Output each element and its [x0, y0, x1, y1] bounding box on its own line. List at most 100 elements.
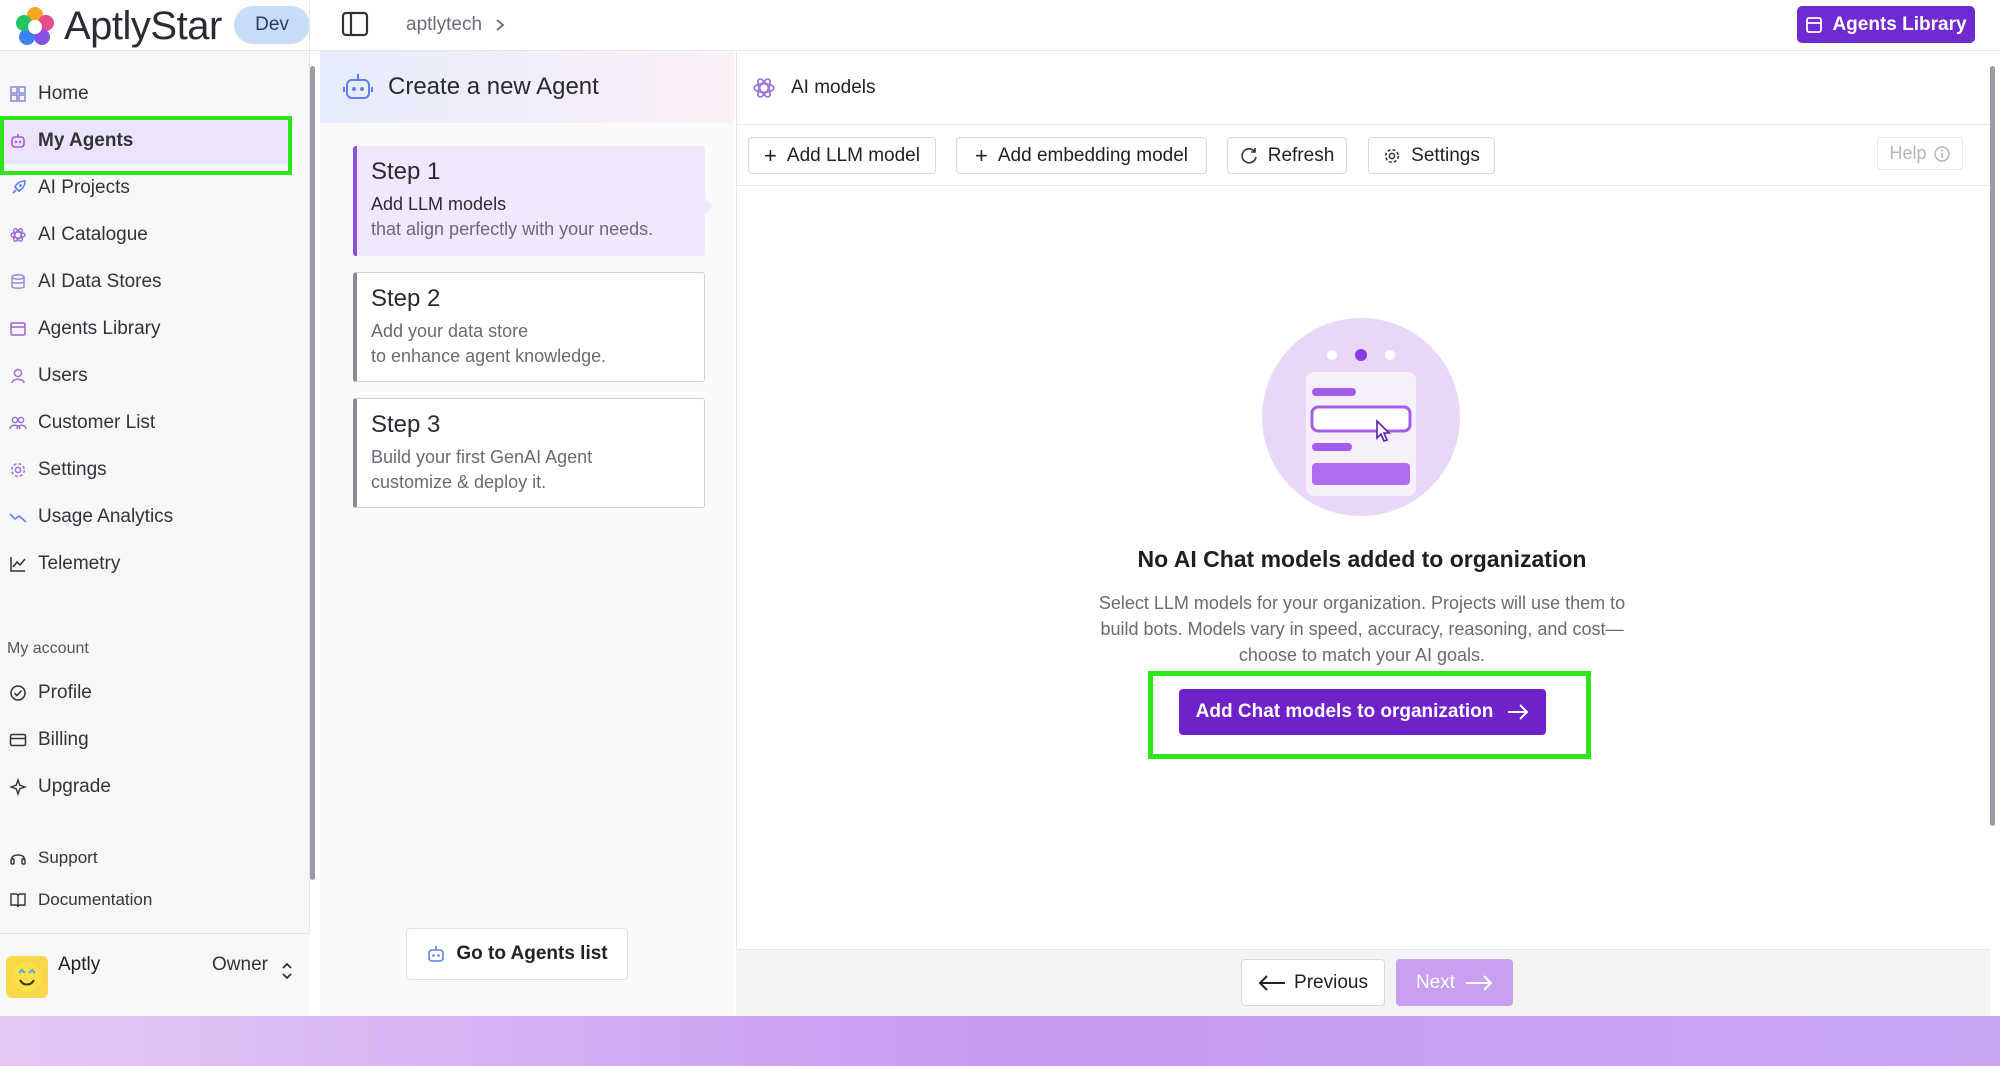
refresh-label: Refresh — [1267, 144, 1335, 166]
steps-header: Create a new Agent — [320, 51, 734, 123]
divider — [309, 0, 310, 51]
previous-button[interactable]: Previous — [1241, 959, 1385, 1006]
plus-icon: + — [975, 142, 988, 168]
step-card-1[interactable]: Step 1 Add LLM models that align perfect… — [353, 146, 705, 256]
chevron-right-icon — [496, 19, 505, 31]
sidebar-item-label: Billing — [38, 729, 89, 750]
add-llm-model-label: Add LLM model — [786, 144, 920, 166]
arrow-right-icon — [1508, 704, 1529, 720]
book-icon — [6, 888, 30, 912]
sidebar-item-settings[interactable]: Settings — [0, 447, 290, 493]
active-step-pointer — [704, 197, 713, 215]
home-icon — [6, 82, 30, 106]
gear-icon — [6, 458, 30, 482]
main-header: AI models — [737, 51, 1991, 125]
info-icon — [1933, 145, 1950, 162]
step-title: Step 1 — [371, 158, 441, 185]
sidebar-item-label: Agents Library — [38, 318, 161, 339]
sidebar-item-ai-data-stores[interactable]: AI Data Stores — [0, 259, 290, 305]
sidebar-item-label: AI Data Stores — [38, 271, 162, 292]
breadcrumb-org[interactable]: aptlytech — [406, 14, 482, 36]
sidebar-item-billing[interactable]: Billing — [0, 717, 290, 763]
step-desc: Build your first GenAI Agent — [371, 447, 593, 467]
library-icon — [6, 317, 30, 341]
empty-state-title: No AI Chat models added to organization — [1137, 546, 1587, 572]
step-card-3[interactable]: Step 3 Build your first GenAI Agent cust… — [353, 398, 705, 508]
sidebar-item-telemetry[interactable]: Telemetry — [0, 541, 290, 587]
add-chat-models-button[interactable]: Add Chat models to organization — [1179, 689, 1546, 735]
sidebar-item-agents-library[interactable]: Agents Library — [0, 306, 290, 352]
avatar — [6, 956, 48, 998]
plus-icon: + — [764, 142, 777, 168]
app-logo[interactable]: AptlyStar — [14, 4, 222, 49]
atom-icon — [753, 77, 775, 98]
step-title: Step 3 — [371, 411, 441, 438]
arrow-right-icon — [1466, 974, 1493, 991]
toolbar: + Add LLM model + Add embedding model Re… — [737, 126, 1991, 186]
sidebar-item-users[interactable]: Users — [0, 353, 290, 399]
sidebar-item-customer-list[interactable]: Customer List — [0, 400, 290, 446]
agents-library-button[interactable]: Agents Library — [1797, 6, 1975, 43]
sidebar-item-documentation[interactable]: Documentation — [0, 877, 290, 923]
logo-text: AptlyStar — [64, 4, 222, 48]
go-to-agents-list-button[interactable]: Go to Agents list — [406, 928, 628, 980]
atom-icon — [6, 223, 30, 247]
library-icon — [1806, 16, 1823, 33]
main-panel: AI models + Add LLM model + Add embeddin… — [736, 51, 1991, 1016]
main-title: AI models — [791, 76, 876, 98]
sidebar: Home My Agents AI Projects AI Catalogue … — [0, 51, 310, 1016]
user-name: Aptly — [58, 954, 101, 975]
sidebar-item-label: Home — [38, 83, 89, 104]
chevron-up-down-icon[interactable] — [280, 960, 294, 982]
sidebar-item-label: AI Projects — [38, 177, 130, 198]
chart-icon — [6, 552, 30, 576]
aptlystar-logo-icon — [16, 6, 54, 45]
sidebar-item-support[interactable]: Support — [0, 835, 290, 881]
bottom-gradient-band — [0, 1016, 2000, 1066]
environment-badge[interactable]: Dev — [234, 6, 310, 44]
step-title: Step 2 — [371, 285, 441, 312]
settings-button[interactable]: Settings — [1368, 137, 1495, 174]
smiley-icon — [12, 962, 42, 992]
sidebar-item-upgrade[interactable]: Upgrade — [0, 764, 290, 810]
step-desc: Add your data store — [371, 321, 529, 341]
add-llm-model-button[interactable]: + Add LLM model — [748, 137, 936, 174]
breadcrumb: aptlytech — [406, 14, 506, 36]
database-icon — [6, 270, 30, 294]
refresh-button[interactable]: Refresh — [1227, 137, 1347, 174]
main-scrollbar[interactable] — [1990, 66, 1995, 826]
sparkle-icon — [6, 775, 30, 799]
next-button[interactable]: Next — [1396, 959, 1513, 1006]
sidebar-item-label: Profile — [38, 682, 92, 703]
sidebar-item-label: Customer List — [38, 412, 156, 433]
sidebar-item-usage-analytics[interactable]: Usage Analytics — [0, 494, 290, 540]
sidebar-item-ai-catalogue[interactable]: AI Catalogue — [0, 212, 290, 258]
previous-label: Previous — [1294, 971, 1368, 993]
sidebar-item-home[interactable]: Home — [0, 71, 290, 117]
trend-icon — [6, 505, 30, 529]
sidebar-item-label: Upgrade — [38, 776, 111, 797]
settings-label: Settings — [1411, 144, 1480, 166]
arrow-left-icon — [1258, 974, 1286, 991]
help-button[interactable]: Help — [1877, 137, 1963, 170]
step-desc: Add LLM models — [371, 194, 507, 214]
headset-icon — [6, 846, 30, 870]
step-sub: customize & deploy it. — [371, 472, 547, 492]
customers-icon — [6, 411, 30, 435]
agents-library-label: Agents Library — [1832, 13, 1967, 35]
my-account-label: My account — [7, 640, 89, 657]
empty-state-illustration — [1262, 318, 1460, 516]
sidebar-item-label: Usage Analytics — [38, 506, 174, 527]
sidebar-scrollbar[interactable] — [310, 66, 315, 880]
add-embedding-model-button[interactable]: + Add embedding model — [956, 137, 1207, 174]
steps-panel: Create a new Agent Step 1 Add LLM models… — [320, 51, 734, 1016]
go-to-agents-list-label: Go to Agents list — [456, 943, 608, 964]
user-menu[interactable]: Aptly Owner — [0, 933, 310, 1016]
step-card-2[interactable]: Step 2 Add your data store to enhance ag… — [353, 272, 705, 382]
rocket-icon — [6, 176, 30, 200]
sidebar-item-profile[interactable]: Profile — [0, 670, 290, 716]
sidebar-toggle-button[interactable] — [340, 9, 370, 39]
top-bar: AptlyStar Dev aptlytech Agents Library — [0, 0, 2000, 51]
profile-icon — [6, 681, 30, 705]
robot-icon — [428, 946, 445, 962]
